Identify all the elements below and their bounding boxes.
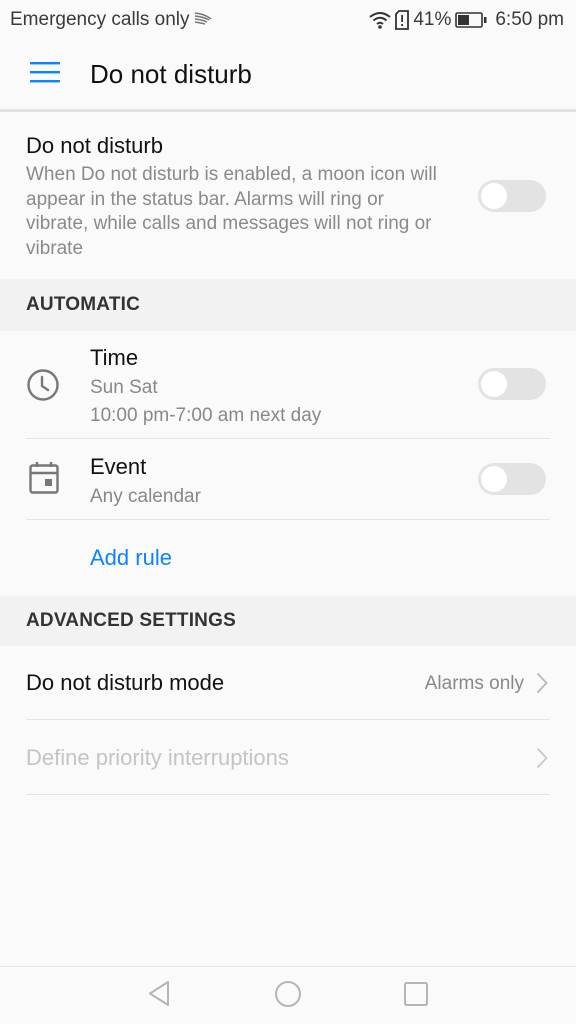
time-rule-toggle[interactable]	[478, 368, 546, 400]
battery-percent: 41%	[413, 9, 452, 30]
priority-interruptions-row: Define priority interruptions	[0, 720, 576, 794]
chevron-right-icon	[536, 672, 548, 699]
clock-time: 6:50 pm	[495, 9, 564, 30]
back-triangle-icon	[147, 980, 173, 1013]
dnd-mode-label: Do not disturb mode	[26, 670, 225, 695]
rule-time[interactable]: Time Sun Sat 10:00 pm-7:00 am next day	[0, 331, 576, 439]
add-rule-row: Add rule	[0, 520, 576, 595]
rule-title: Time	[90, 345, 139, 370]
calendar-icon	[29, 461, 59, 500]
section-header-automatic: AUTOMATIC	[0, 279, 576, 331]
swiftkey-icon	[193, 9, 213, 31]
sim-alert-icon	[395, 10, 410, 30]
app-bar: Do not disturb	[0, 40, 576, 112]
dnd-mode-value: Alarms only	[424, 673, 524, 694]
battery-icon	[455, 12, 487, 28]
page-title: Do not disturb	[90, 59, 252, 89]
divider	[26, 794, 550, 795]
wifi-icon	[369, 11, 391, 29]
dnd-mode-row[interactable]: Do not disturb mode Alarms only	[0, 646, 576, 719]
recents-button[interactable]	[401, 981, 431, 1011]
recents-square-icon	[403, 981, 429, 1012]
dnd-setting: Do not disturb When Do not disturb is en…	[0, 115, 576, 279]
rule-calendar: Any calendar	[90, 486, 201, 507]
back-button[interactable]	[145, 980, 175, 1013]
dnd-description: When Do not disturb is enabled, a moon i…	[26, 164, 437, 259]
event-rule-toggle[interactable]	[478, 463, 546, 495]
rule-event[interactable]: Event Any calendar	[0, 439, 576, 520]
toggle-knob	[481, 371, 507, 397]
chevron-right-icon	[536, 747, 548, 774]
dnd-title: Do not disturb	[26, 133, 163, 158]
status-bar: Emergency calls only 41% 6:50 pm	[0, 0, 576, 40]
rule-time-range: 10:00 pm-7:00 am next day	[90, 405, 322, 426]
navigation-bar	[0, 966, 576, 1024]
carrier-text: Emergency calls only	[10, 9, 190, 30]
clock-icon	[26, 368, 60, 407]
dnd-toggle[interactable]	[478, 180, 546, 212]
section-header-advanced: ADVANCED SETTINGS	[0, 596, 576, 646]
toggle-knob	[481, 466, 507, 492]
screen: Emergency calls only 41% 6:50 pm Do not …	[0, 0, 576, 1024]
hamburger-menu-icon	[30, 61, 60, 88]
home-button[interactable]	[273, 980, 303, 1013]
priority-interruptions-label: Define priority interruptions	[26, 745, 289, 770]
rule-title: Event	[90, 454, 147, 479]
menu-button[interactable]	[0, 39, 90, 111]
home-circle-icon	[274, 980, 302, 1013]
toggle-knob	[481, 183, 507, 209]
add-rule-button[interactable]: Add rule	[90, 545, 172, 571]
rule-days: Sun Sat	[90, 377, 158, 398]
